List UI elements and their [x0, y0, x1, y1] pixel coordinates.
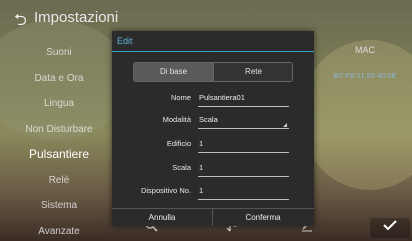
building-field[interactable]: 1 — [198, 138, 289, 153]
mac-value: BC:F8:11:55:40:0E — [333, 71, 397, 80]
dropdown-arrow-icon — [283, 123, 287, 127]
cancel-button[interactable]: Annulla — [112, 209, 213, 226]
sidebar: Suoni Data e Ora Lingua Non Disturbare P… — [0, 40, 118, 241]
building-label: Edificio — [166, 139, 191, 148]
sidebar-item-suoni[interactable]: Suoni — [0, 40, 118, 66]
confirm-button[interactable]: Conferma — [213, 209, 313, 226]
page-title: Impostazioni — [34, 9, 119, 26]
tab-switcher: Di base Rete — [133, 62, 293, 82]
check-icon[interactable] — [370, 218, 410, 238]
mode-label: Modalità — [162, 115, 191, 124]
name-field[interactable]: Pulsantiera01 — [198, 92, 289, 107]
sidebar-item-data-ora[interactable]: Data e Ora — [0, 66, 118, 92]
mode-row: Modalità Scala — [112, 113, 314, 129]
device-row: Dispositivo No. 1 — [112, 184, 314, 200]
back-arrow-icon[interactable]: ⮌ — [14, 9, 27, 36]
mode-dropdown[interactable]: Scala — [198, 114, 289, 129]
device-label: Dispositivo No. — [140, 186, 191, 195]
top-bar: ⮌ Impostazioni — [0, 0, 412, 34]
dialog-footer: Annulla Conferma — [112, 208, 314, 226]
tab-rete[interactable]: Rete — [213, 63, 292, 81]
stair-field[interactable]: 1 — [198, 162, 289, 177]
dialog-header: Edit — [112, 31, 314, 52]
building-row: Edificio 1 — [112, 137, 314, 153]
mac-panel: MAC BC:F8:11:55:40:0E — [318, 45, 412, 80]
tab-di-base[interactable]: Di base — [134, 63, 213, 81]
stair-row: Scala 1 — [112, 161, 314, 177]
sidebar-item-rele[interactable]: Relè — [0, 168, 118, 194]
sidebar-item-sistema[interactable]: Sistema — [0, 193, 118, 219]
sidebar-item-lingua[interactable]: Lingua — [0, 91, 118, 117]
sidebar-item-avanzate[interactable]: Avanzate — [0, 219, 118, 241]
device-field[interactable]: 1 — [198, 185, 289, 200]
settings-screen: ⮌ Impostazioni Suoni Data e Ora Lingua N… — [0, 0, 412, 241]
sidebar-item-non-disturbare[interactable]: Non Disturbare — [0, 117, 118, 143]
name-label: Nome — [170, 93, 191, 102]
edit-dialog: Edit Di base Rete Nome Pulsantiera01 Mod… — [112, 31, 314, 226]
dialog-title: Edit — [117, 36, 133, 46]
mac-label: MAC — [355, 45, 375, 55]
stair-label: Scala — [172, 163, 191, 172]
sidebar-item-pulsantiere[interactable]: Pulsantiere — [0, 142, 118, 168]
name-row: Nome Pulsantiera01 — [112, 91, 314, 107]
mode-value: Scala — [199, 115, 218, 124]
